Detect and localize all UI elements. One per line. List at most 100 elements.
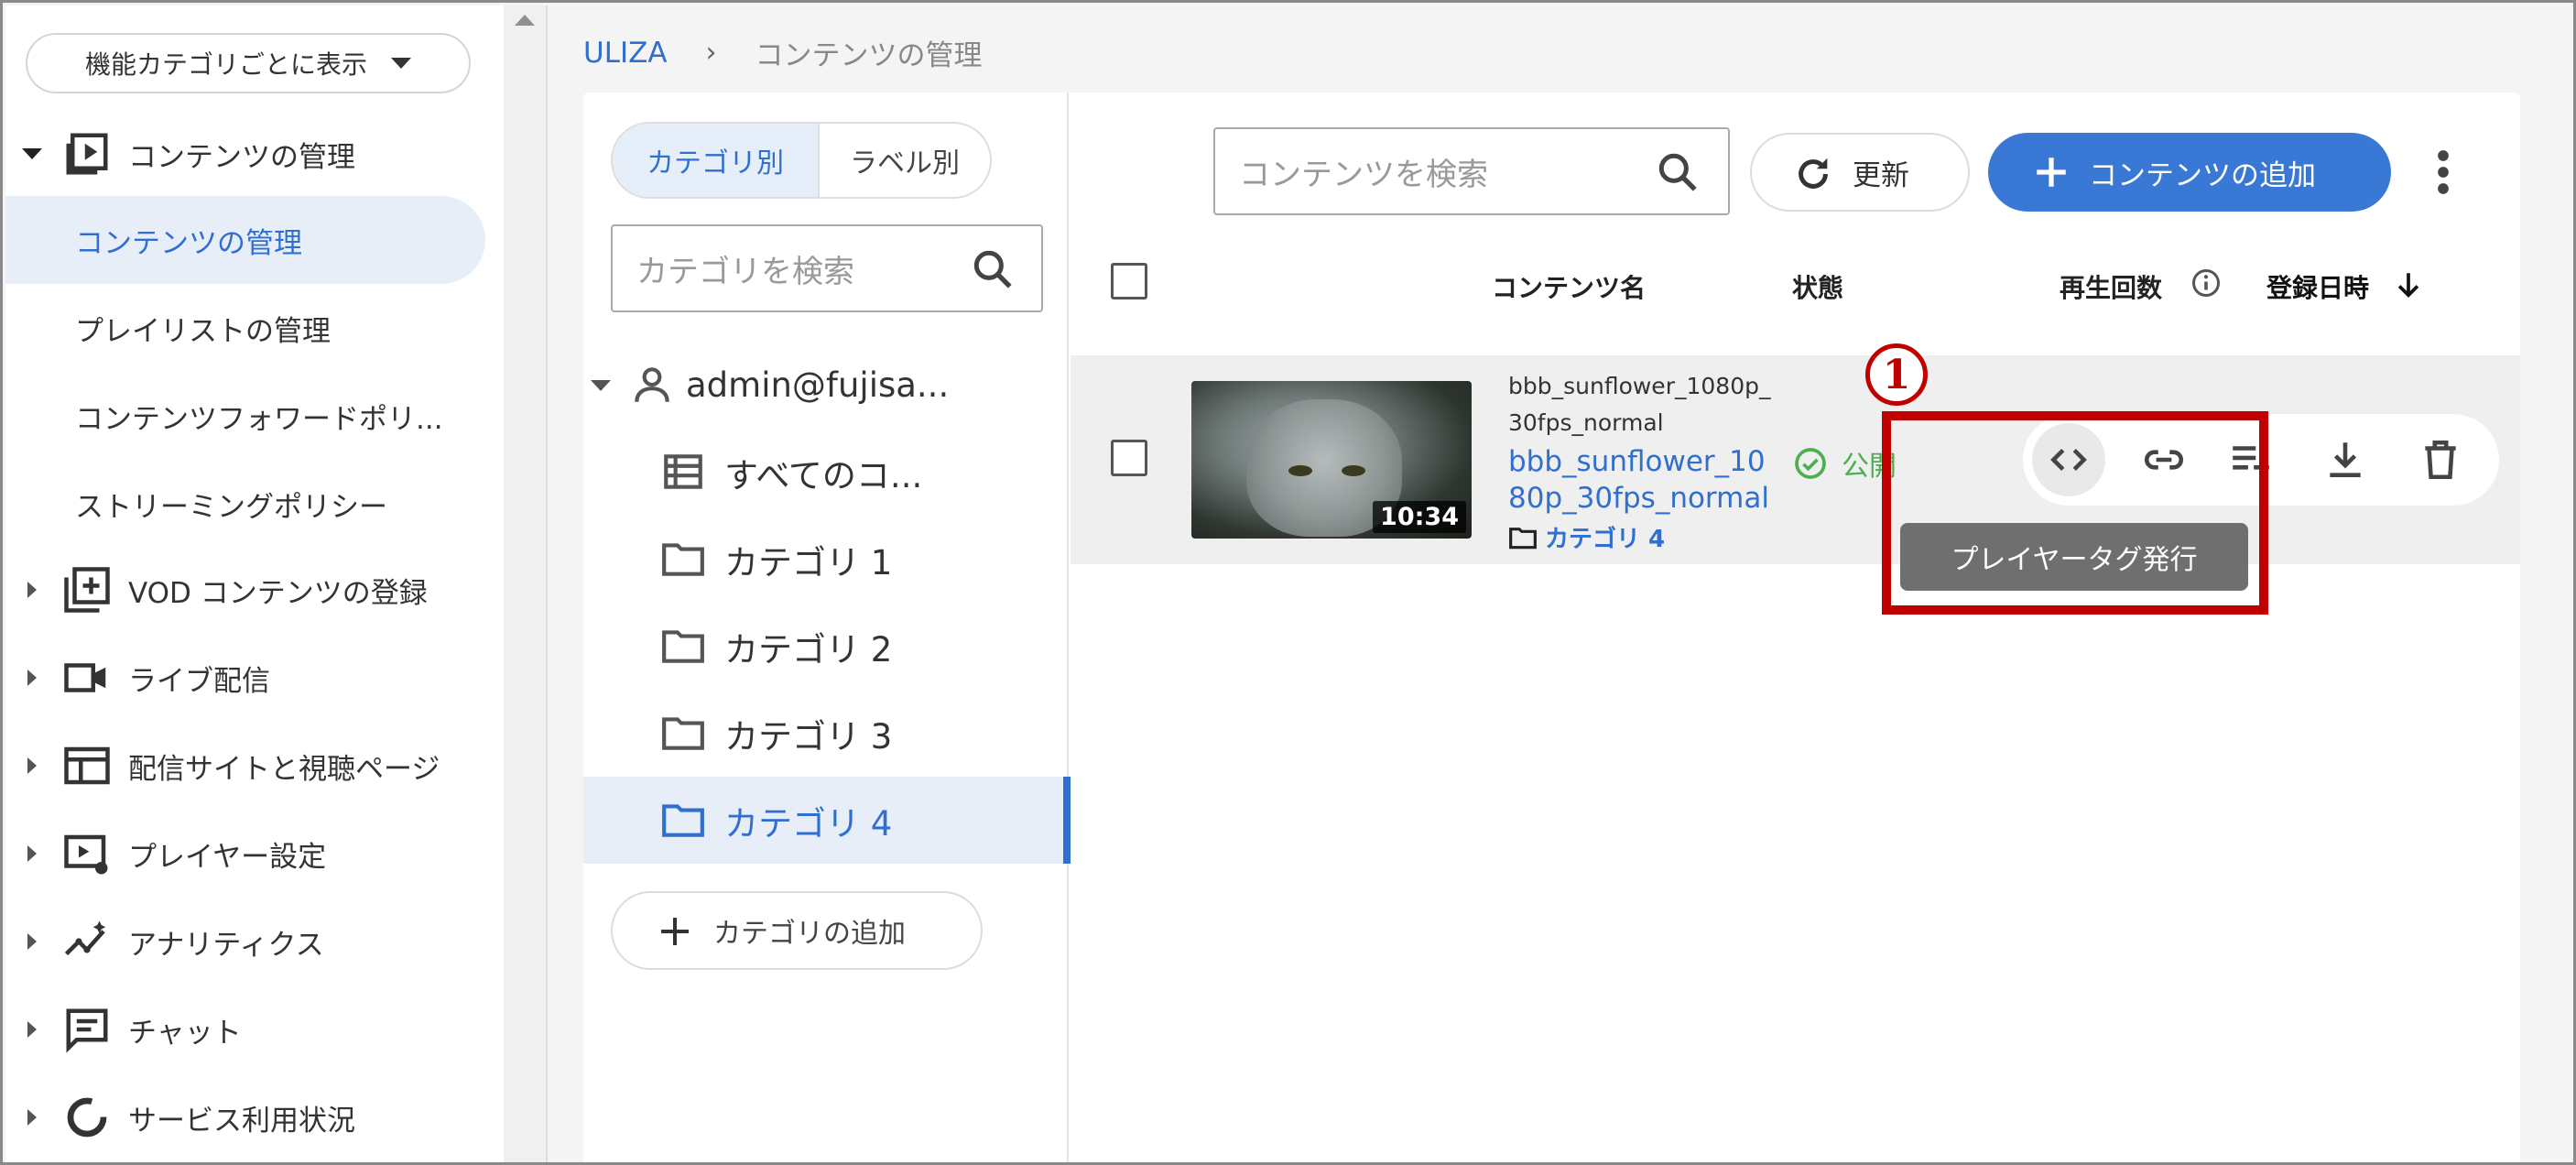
player-settings-icon (64, 834, 108, 875)
nav-group-live[interactable]: ライブ配信 (5, 636, 504, 720)
add-category-label: カテゴリの追加 (713, 918, 906, 950)
sidebar-item-content-management[interactable]: コンテンツの管理 (5, 196, 485, 284)
folder-icon (662, 717, 704, 750)
nav-group-delivery-site[interactable]: 配信サイトと視聴ページ (5, 724, 504, 808)
nav-group-label: コンテンツの管理 (128, 140, 355, 174)
nav-group-content-management[interactable]: コンテンツの管理 (5, 112, 504, 196)
caret-right-icon (27, 1109, 37, 1126)
category-search-input[interactable]: カテゴリを検索 (611, 224, 1043, 312)
table-header: コンテンツ名 状態 再生回数 登録日時 (1071, 239, 2520, 325)
app-window: 機能カテゴリごとに表示 コンテンツの管理 コンテンツの管理 プレイリストの管理 … (0, 0, 2576, 1165)
annotation-marker: 1 (1865, 343, 1928, 406)
nav-group-label: チャット (128, 1016, 242, 1050)
sidebar-item-streaming-policy[interactable]: ストリーミングポリシー (5, 460, 485, 548)
category-search-placeholder: カテゴリを検索 (636, 253, 854, 290)
add-category-button[interactable]: カテゴリの追加 (611, 891, 983, 970)
search-icon[interactable] (1655, 149, 1701, 195)
status-badge: 公開 (1792, 443, 1897, 484)
sidebar-item-playlist[interactable]: プレイリストの管理 (5, 284, 485, 372)
sidebar-item-label: プレイリストの管理 (75, 314, 331, 348)
list-table-icon (664, 454, 702, 489)
nav-group-label: アナリティクス (128, 928, 324, 962)
tab-by-label[interactable]: ラベル別 (820, 124, 990, 197)
folder-icon (662, 630, 704, 663)
caret-right-icon (27, 933, 37, 950)
nav-group-analytics[interactable]: アナリティクス (5, 899, 504, 984)
breadcrumb-current: コンテンツの管理 (755, 39, 983, 72)
arrow-down-icon[interactable] (2393, 268, 2424, 301)
header-status[interactable]: 状態 (1792, 268, 1843, 305)
nav-group-vod-register[interactable]: VOD コンテンツの登録 (5, 548, 504, 632)
thumbnail-eye (1342, 465, 1365, 476)
scroll-up-icon[interactable] (515, 15, 535, 26)
nav-group-chat[interactable]: チャット (5, 987, 504, 1072)
tree-item-label: カテゴリ 4 (724, 803, 893, 844)
analytics-icon (64, 920, 106, 956)
caret-down-icon[interactable] (591, 379, 611, 391)
tree-item-category-4[interactable]: カテゴリ 4 (583, 777, 1071, 864)
web-layout-icon (64, 746, 110, 785)
content-search-placeholder: コンテンツを検索 (1239, 156, 1488, 193)
add-content-button[interactable]: コンテンツの追加 (1988, 133, 2391, 212)
duration-badge: 10:34 (1373, 501, 1466, 533)
download-button[interactable] (2309, 423, 2382, 496)
content-title-link[interactable]: bbb_sunflower_1080p_30fps_normal (1508, 443, 1783, 517)
sidebar-item-label: コンテンツフォワードポリ... (75, 402, 443, 436)
breadcrumb-separator: › (705, 37, 717, 69)
content-search-input[interactable]: コンテンツを検索 (1213, 127, 1730, 215)
nav-group-label: ライブ配信 (128, 664, 270, 698)
breadcrumb-home-link[interactable]: ULIZA (583, 37, 668, 70)
more-vert-icon[interactable] (2431, 147, 2455, 197)
chat-icon (66, 1008, 108, 1053)
tree-item-account[interactable]: admin@fujisa... (583, 342, 1067, 429)
caret-right-icon (27, 670, 37, 686)
folder-icon (662, 804, 704, 837)
sidebar: 機能カテゴリごとに表示 コンテンツの管理 コンテンツの管理 プレイリストの管理 … (5, 5, 504, 1162)
tree-item-category-2[interactable]: カテゴリ 2 (583, 603, 1067, 690)
tree-item-category-3[interactable]: カテゴリ 3 (583, 690, 1067, 777)
header-content-name[interactable]: コンテンツ名 (1492, 268, 1646, 305)
caret-right-icon (27, 1021, 37, 1038)
nav-group-label: VOD コンテンツの登録 (128, 576, 428, 610)
search-icon[interactable] (970, 246, 1016, 292)
tree-item-label: カテゴリ 1 (724, 542, 893, 582)
info-icon[interactable] (2190, 267, 2223, 299)
tree-item-label: カテゴリ 2 (724, 629, 893, 670)
table-row[interactable]: 10:34 bbb_sunflower_1080p_30fps_normal b… (1071, 355, 2520, 564)
view-mode-select[interactable]: 機能カテゴリごとに表示 (26, 33, 471, 93)
delete-button[interactable] (2404, 423, 2477, 496)
sidebar-item-forward-policy[interactable]: コンテンツフォワードポリ... (5, 372, 485, 460)
sidebar-scrollbar[interactable] (504, 5, 548, 1162)
tree-item-all-contents[interactable]: すべてのコ... (583, 429, 1067, 516)
category-chip-label: カテゴリ 4 (1545, 526, 1666, 553)
chevron-down-icon (391, 58, 411, 69)
play-box-icon (66, 133, 108, 175)
row-checkbox[interactable] (1111, 440, 1147, 476)
refresh-icon (1799, 158, 1828, 189)
tree-item-category-1[interactable]: カテゴリ 1 (583, 516, 1067, 603)
nav-group-player-settings[interactable]: プレイヤー設定 (5, 811, 504, 896)
check-circle-icon (1795, 448, 1826, 479)
header-date[interactable]: 登録日時 (2266, 268, 2369, 305)
caret-down-icon (22, 148, 42, 159)
video-camera-icon (64, 663, 106, 692)
category-chip[interactable]: カテゴリ 4 (1508, 520, 1665, 554)
trash-icon (2425, 440, 2456, 480)
content-thumbnail[interactable]: 10:34 (1191, 381, 1472, 539)
tab-by-category[interactable]: カテゴリ別 (613, 124, 820, 197)
nav-group-label: サービス利用状況 (128, 1104, 355, 1138)
caret-right-icon (27, 757, 37, 774)
caret-right-icon (27, 582, 37, 598)
nav-group-usage[interactable]: サービス利用状況 (5, 1075, 504, 1160)
thumbnail-eye (1288, 465, 1312, 476)
select-all-checkbox[interactable] (1111, 263, 1147, 299)
donut-chart-icon (67, 1097, 107, 1138)
view-mode-label: 機能カテゴリごとに表示 (84, 49, 367, 80)
person-icon (635, 367, 669, 402)
category-panel: カテゴリ別 ラベル別 カテゴリを検索 admin@fujisa... すべてのコ… (583, 93, 1071, 1162)
refresh-button[interactable]: 更新 (1750, 133, 1970, 212)
folder-icon (662, 543, 704, 576)
header-plays[interactable]: 再生回数 (2060, 268, 2162, 305)
refresh-label: 更新 (1853, 158, 1909, 192)
add-content-label: コンテンツの追加 (2089, 158, 2316, 192)
